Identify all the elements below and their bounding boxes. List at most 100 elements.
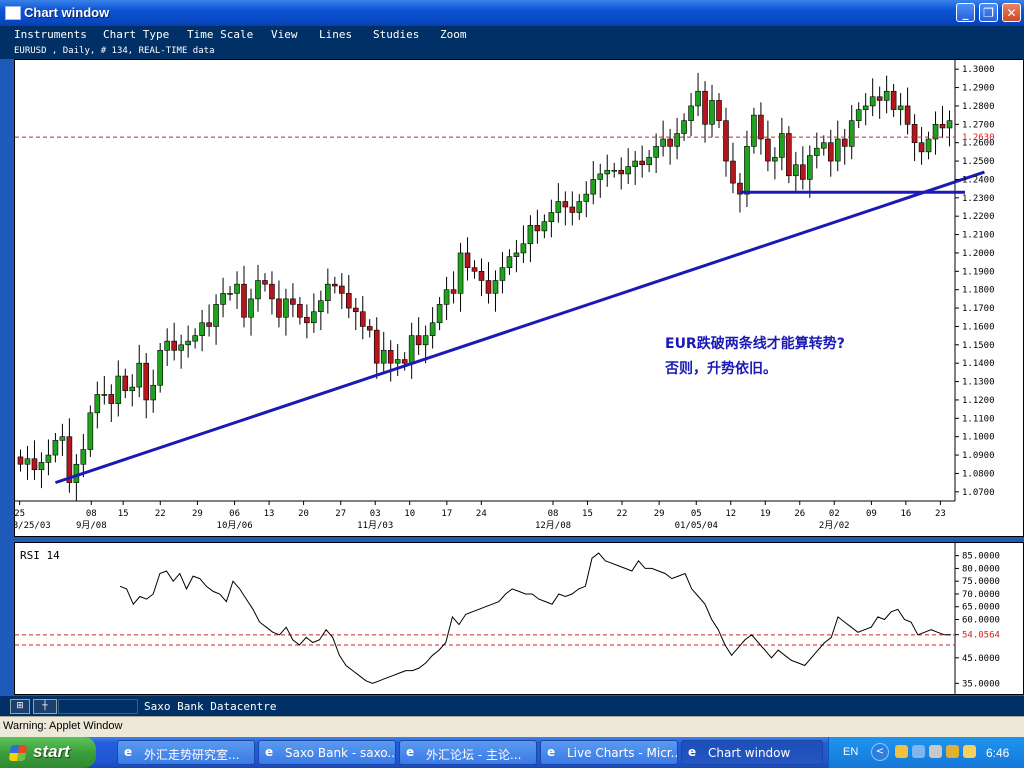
candle-up <box>625 166 631 175</box>
candle-up <box>513 252 520 257</box>
x-day-label: 29 <box>654 509 665 519</box>
restore-button[interactable]: ❐ <box>979 3 998 22</box>
window-title: Chart window <box>24 5 110 20</box>
taskbar-item-live-charts[interactable]: e Live Charts - Micr... <box>540 740 678 765</box>
candle-down <box>876 96 883 101</box>
candle-up <box>883 90 890 101</box>
candle-down <box>890 90 897 110</box>
candle-down <box>478 271 485 281</box>
rsi-panel[interactable]: RSI 14 85.0000 80.0000 75.0000 70.0000 65.00… <box>14 542 1024 695</box>
pencil-icon[interactable] <box>946 745 959 758</box>
rsi-chart[interactable]: RSI 14 85.0000 80.0000 75.0000 70.0000 65.00… <box>15 543 1023 694</box>
crosshair-tool-icon[interactable]: ⊞ <box>10 699 30 714</box>
cursor-tool-icon[interactable]: ┼ <box>33 699 57 714</box>
candle-up <box>24 458 31 465</box>
candle-up <box>751 114 757 147</box>
network-icon[interactable] <box>912 745 925 758</box>
language-indicator[interactable]: EN <box>843 746 858 758</box>
taskbar-item-saxo-bank[interactable]: e Saxo Bank - saxo... <box>258 740 396 765</box>
window-titlebar[interactable]: Chart window _ ❐ ✕ <box>0 0 1024 26</box>
menu-zoom[interactable]: Zoom <box>440 28 467 41</box>
x-day-label: 03 <box>370 509 381 519</box>
candle-up <box>429 322 436 336</box>
candle-up <box>793 164 799 177</box>
candle-up <box>611 169 618 172</box>
taskbar-item-chart-window[interactable]: e Chart window <box>681 740 823 765</box>
candle-down <box>918 142 925 153</box>
clock: 6:46 <box>986 746 1010 760</box>
price-chart-panel[interactable]: 1.3000 1.2900 1.2800 1.2700 1.2600 1.2500 1.24… <box>7 59 1024 537</box>
close-button[interactable]: ✕ <box>1002 3 1021 22</box>
candle-up <box>646 157 652 166</box>
candle-up <box>597 173 604 180</box>
y-tick-label: 1.1100 <box>962 414 995 424</box>
candle-up <box>492 280 499 294</box>
candle-up <box>925 138 932 153</box>
messenger-icon[interactable] <box>895 745 908 758</box>
price-chart[interactable]: 1.30001.29001.28001.27001.26001.25001.24… <box>7 60 1023 536</box>
candle-up <box>576 201 583 213</box>
rsi-y-tick-label: 85.0000 <box>962 552 1000 562</box>
candle-up <box>185 340 191 346</box>
tools-icon[interactable] <box>929 745 942 758</box>
start-button[interactable]: start <box>0 737 96 768</box>
rsi-series-line <box>119 552 951 684</box>
candle-up <box>674 133 680 147</box>
candle-down <box>618 169 625 175</box>
candle-up <box>94 394 101 414</box>
candle-down <box>569 206 576 213</box>
candle-down <box>471 267 478 272</box>
candle-up <box>834 138 841 162</box>
candle-up <box>101 394 108 396</box>
menu-bar: Instruments Chart Type Time Scale View L… <box>0 26 1024 44</box>
x-day-label: 02 <box>829 509 840 519</box>
rsi-title: RSI 14 <box>20 549 60 562</box>
rsi-y-axis: 85.0000 80.0000 75.0000 70.0000 65.0000 60.00… <box>955 552 1000 689</box>
x-day-label: 23 <box>935 509 946 519</box>
minimize-button[interactable]: _ <box>956 3 975 22</box>
menu-chart-type[interactable]: Chart Type <box>103 28 169 41</box>
candle-up <box>897 105 904 110</box>
candle-down <box>171 340 177 351</box>
chart-header-bar: EURUSD , Daily, # 134, REAL-TIME data <box>0 44 1024 59</box>
x-day-label: 08 <box>548 509 559 519</box>
menu-time-scale[interactable]: Time Scale <box>187 28 253 41</box>
candle-down <box>939 124 946 129</box>
menu-studies[interactable]: Studies <box>373 28 419 41</box>
rsi-y-tick-label: 70.0000 <box>962 590 1000 600</box>
candle-up <box>311 311 317 324</box>
candle-up <box>660 138 666 147</box>
folder-icon[interactable] <box>963 745 976 758</box>
y-tick-label: 1.1400 <box>962 359 995 369</box>
y-tick-label: 1.0800 <box>962 469 995 479</box>
taskbar: start e 外汇走势研究室... e Saxo Bank - saxo...… <box>0 737 1024 768</box>
candle-up <box>422 335 429 346</box>
candle-down <box>667 138 673 147</box>
candle-down <box>241 283 247 318</box>
windows-logo-icon <box>8 745 28 761</box>
x-day-label: 22 <box>617 509 628 519</box>
candle-up <box>115 375 122 404</box>
candle-down <box>366 326 373 331</box>
candle-up <box>150 384 157 401</box>
candle-up <box>548 212 555 222</box>
candle-down <box>639 160 645 166</box>
taskbar-item-forex-forum[interactable]: e 外汇论坛 - 主论... <box>399 740 537 765</box>
menu-view[interactable]: View <box>271 28 298 41</box>
candle-up <box>129 386 136 392</box>
candle-down <box>730 160 736 184</box>
y-tick-label: 1.2700 <box>962 120 995 130</box>
candle-up <box>234 283 240 294</box>
candle-up <box>541 221 548 232</box>
candle-up <box>604 169 611 175</box>
current-price-label: 1.2630 <box>962 133 995 143</box>
chevron-left-icon[interactable]: < <box>871 743 889 761</box>
warning-text: Warning: Applet Window <box>3 720 123 732</box>
menu-instruments[interactable]: Instruments <box>14 28 87 41</box>
x-day-label: 25 <box>15 509 25 519</box>
candle-up <box>192 335 198 342</box>
browser-icon: e <box>406 745 415 759</box>
taskbar-item-forex-research[interactable]: e 外汇走势研究室... <box>117 740 255 765</box>
menu-lines[interactable]: Lines <box>319 28 352 41</box>
candle-up <box>709 100 715 125</box>
